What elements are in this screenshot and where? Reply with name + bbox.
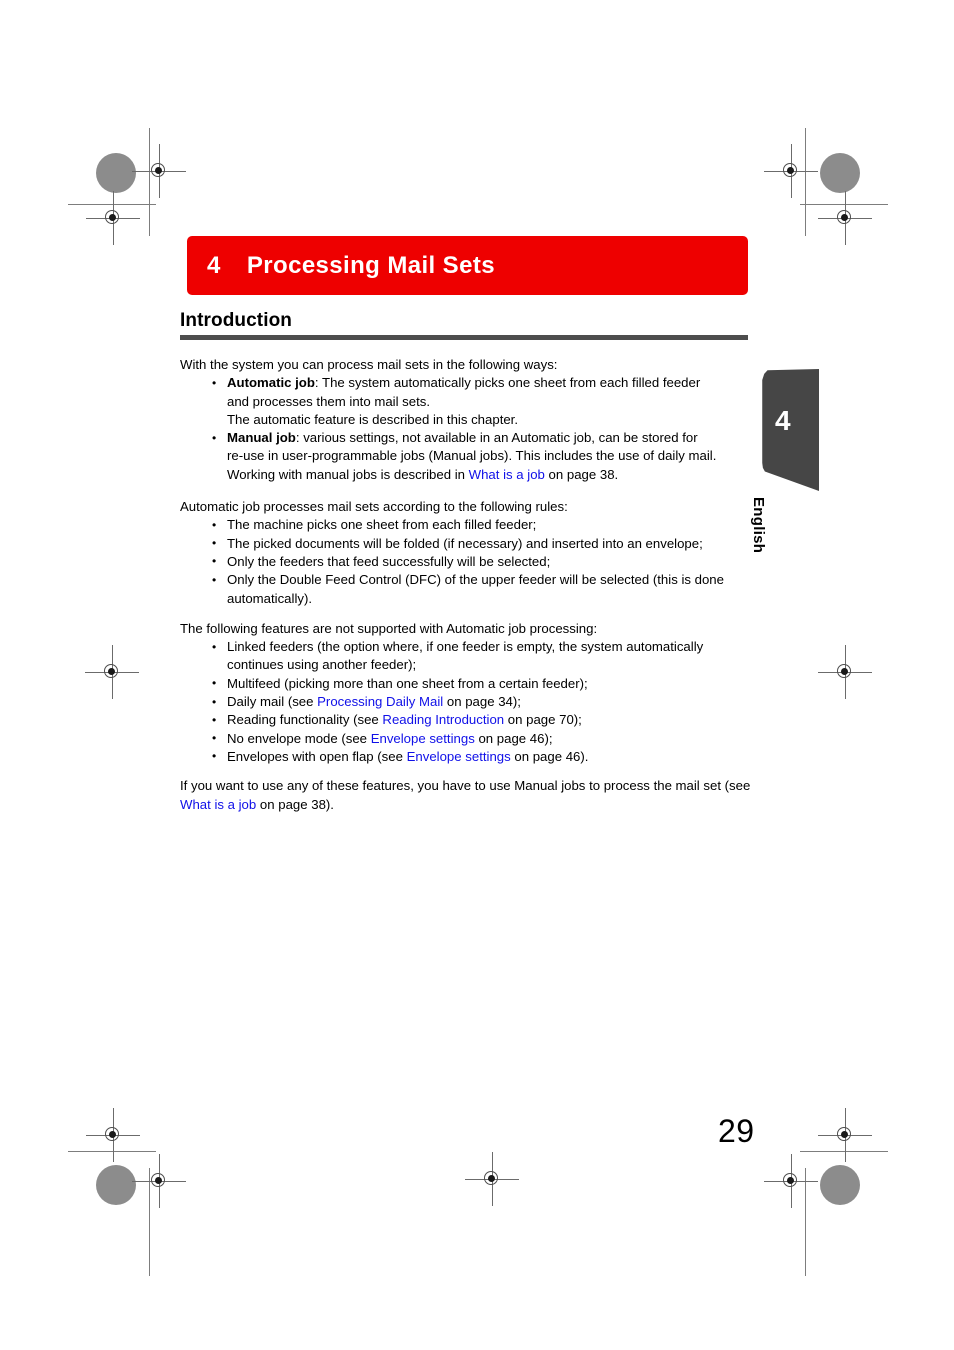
manual-page: 4 Processing Mail Sets Introduction With… bbox=[0, 0, 954, 1350]
automatic-job-label: Automatic job bbox=[227, 375, 315, 391]
list-item: Daily mail (see Processing Daily Mail on… bbox=[209, 693, 754, 712]
rules-intro-paragraph: Automatic job processes mail sets accord… bbox=[180, 499, 568, 515]
manual-job-line2: re-use in user-programmable jobs (Manual… bbox=[227, 448, 717, 464]
automatic-job-line2: and processes them into mail sets. bbox=[227, 393, 431, 409]
link-envelope-settings-no-envelope[interactable]: Envelope settings bbox=[371, 731, 475, 746]
closing-text-post: on page 38). bbox=[256, 796, 334, 812]
closing-paragraph: If you want to use any of these features… bbox=[180, 777, 754, 814]
item-text-post: on page 46); bbox=[474, 730, 553, 746]
item-text-post: on page 70); bbox=[504, 712, 582, 728]
chapter-side-tab: 4 bbox=[762, 369, 819, 491]
list-item: No envelope mode (see Envelope settings … bbox=[209, 729, 754, 748]
item-text-pre: Linked feeders (the option where, if one… bbox=[227, 639, 704, 673]
manual-job-line3-post: on page 38. bbox=[544, 466, 619, 482]
item-text-pre: Reading functionality (see bbox=[227, 712, 383, 728]
link-reading-introduction[interactable]: Reading Introduction bbox=[382, 712, 504, 727]
chapter-header-bar: 4 Processing Mail Sets bbox=[187, 236, 748, 295]
item-text-pre: Daily mail (see bbox=[227, 694, 318, 710]
link-envelope-settings-open-flap[interactable]: Envelope settings bbox=[407, 749, 511, 764]
list-item: Linked feeders (the option where, if one… bbox=[209, 638, 754, 675]
list-item: Envelopes with open flap (see Envelope s… bbox=[209, 747, 754, 766]
item-text-pre: Multifeed (picking more than one sheet f… bbox=[227, 675, 588, 691]
list-item: Automatic job: The system automatically … bbox=[209, 374, 754, 429]
section-heading-rule bbox=[180, 335, 748, 340]
link-processing-daily-mail[interactable]: Processing Daily Mail bbox=[317, 694, 443, 709]
list-item: The machine picks one sheet from each fi… bbox=[209, 516, 754, 535]
unsupported-intro-paragraph: The following features are not supported… bbox=[180, 620, 598, 636]
automatic-job-line1: : The system automatically picks one she… bbox=[314, 375, 701, 391]
link-what-is-a-job[interactable]: What is a job bbox=[469, 467, 545, 482]
item-text-pre: Envelopes with open flap (see bbox=[227, 748, 407, 764]
manual-job-label: Manual job bbox=[227, 430, 296, 446]
page-number: 29 bbox=[718, 1113, 755, 1149]
ways-list: Automatic job: The system automatically … bbox=[180, 374, 754, 484]
automatic-job-line3: The automatic feature is described in th… bbox=[227, 411, 519, 427]
item-text-pre: No envelope mode (see bbox=[227, 730, 371, 746]
item-text-post: on page 34); bbox=[443, 694, 521, 710]
rules-list: The machine picks one sheet from each fi… bbox=[180, 516, 754, 607]
link-what-is-a-job-closing[interactable]: What is a job bbox=[180, 797, 256, 812]
list-item: Only the feeders that feed successfully … bbox=[209, 552, 754, 571]
page-body: With the system you can process mail set… bbox=[180, 356, 754, 814]
closing-text-pre: If you want to use any of these features… bbox=[180, 778, 751, 794]
manual-job-line1: : various settings, not available in an … bbox=[295, 430, 698, 446]
unsupported-features-list: Linked feeders (the option where, if one… bbox=[180, 638, 754, 766]
language-label-text: English bbox=[750, 497, 767, 554]
section-heading: Introduction bbox=[180, 310, 748, 340]
list-item: The picked documents will be folded (if … bbox=[209, 534, 754, 553]
intro-paragraph: With the system you can process mail set… bbox=[180, 357, 558, 372]
section-heading-text: Introduction bbox=[180, 310, 293, 331]
chapter-title: Processing Mail Sets bbox=[246, 251, 495, 279]
list-item: Only the Double Feed Control (DFC) of th… bbox=[209, 571, 754, 608]
list-item: Reading functionality (see Reading Intro… bbox=[209, 711, 754, 730]
chapter-number: 4 bbox=[207, 251, 221, 279]
list-item: Multifeed (picking more than one sheet f… bbox=[209, 674, 754, 693]
item-text-post: on page 46). bbox=[510, 748, 589, 764]
list-item: Manual job: various settings, not availa… bbox=[209, 429, 754, 484]
side-tab-number: 4 bbox=[775, 405, 791, 436]
manual-job-line3-pre: Working with manual jobs is described in bbox=[227, 466, 469, 482]
language-label: English bbox=[750, 497, 813, 587]
